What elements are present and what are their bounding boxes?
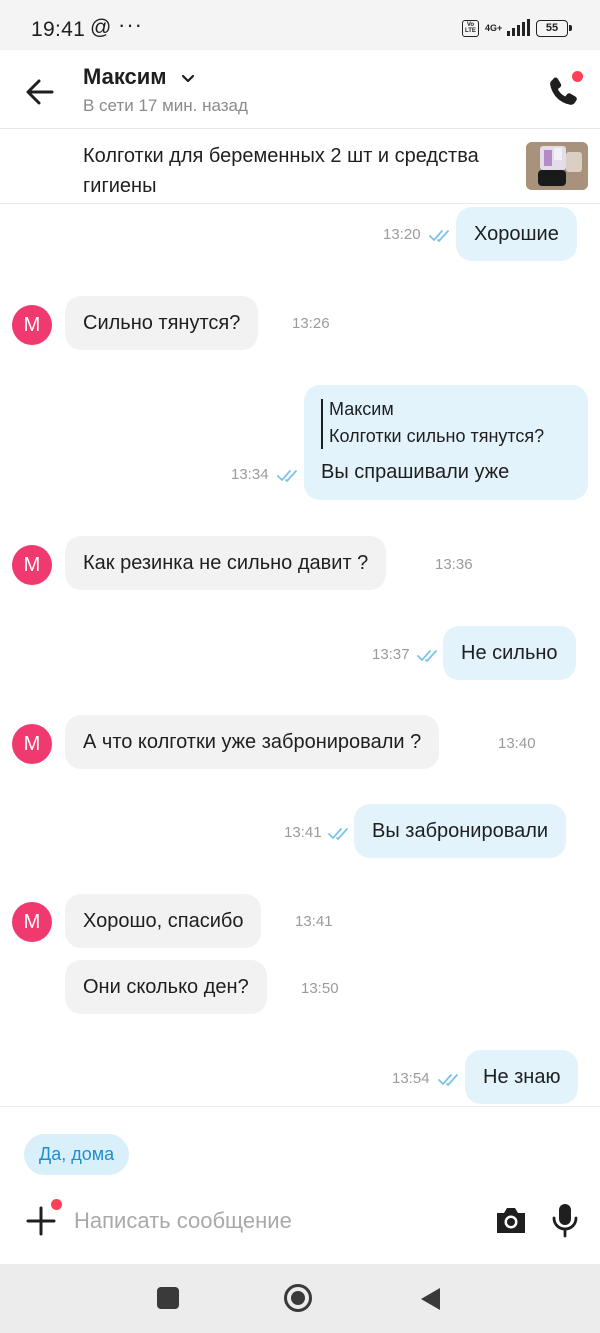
message-time: 13:26 [292, 315, 330, 332]
nav-recents-icon[interactable] [157, 1287, 179, 1309]
message-time: 13:34 [231, 466, 269, 483]
quote-author: Максим [329, 399, 394, 419]
message-time: 13:20 [383, 226, 421, 243]
avatar[interactable]: М [12, 902, 52, 942]
status-more-icon: ··· [118, 12, 143, 37]
message-time: 13:41 [284, 824, 322, 841]
quote-text: Колготки сильно тянутся? [329, 426, 545, 446]
incoming-message[interactable]: Хорошо, спасибо [65, 894, 262, 948]
outgoing-message[interactable]: Не сильно [443, 626, 576, 680]
double-check-icon [417, 650, 437, 662]
double-check-icon [328, 828, 348, 840]
contact-name[interactable]: Максим [83, 64, 167, 90]
status-indicators: Vo LTE 4G+ 55 [462, 18, 572, 38]
status-at-icon: @ [90, 16, 112, 39]
double-check-icon [429, 230, 449, 242]
quote-bar [321, 399, 323, 449]
plus-icon[interactable] [25, 1205, 57, 1237]
incoming-message[interactable]: Сильно тянутся? [65, 296, 259, 350]
message-list[interactable]: 13:20 Хорошие М Сильно тянутся? 13:26 13… [0, 204, 600, 1106]
message-time: 13:37 [372, 646, 410, 663]
attachment-notification-dot [51, 1199, 62, 1210]
incoming-message[interactable]: А что колготки уже забронировали ? [65, 715, 440, 769]
message-time: 13:36 [435, 556, 473, 573]
double-check-icon [438, 1074, 458, 1086]
avatar[interactable]: М [12, 545, 52, 585]
avatar[interactable]: М [12, 305, 52, 345]
signal-icon [507, 19, 530, 36]
message-time: 13:50 [301, 980, 339, 997]
call-notification-dot [572, 71, 583, 82]
outgoing-message[interactable]: Не знаю [465, 1050, 579, 1104]
nav-home-icon[interactable] [283, 1283, 313, 1313]
message-time: 13:40 [498, 735, 536, 752]
reply-text: Вы спрашивали уже [321, 461, 510, 483]
microphone-icon[interactable] [550, 1202, 580, 1238]
outgoing-message[interactable]: Вы забронировали [354, 804, 567, 858]
volte-icon: Vo LTE [462, 19, 479, 37]
back-arrow-icon[interactable] [20, 72, 60, 112]
message-composer: Да, дома [0, 1106, 600, 1264]
outgoing-message[interactable]: Хорошие [456, 207, 577, 261]
message-time: 13:54 [392, 1070, 430, 1087]
outgoing-reply-message[interactable]: Максим Колготки сильно тянутся? Вы спраш… [304, 385, 588, 500]
listing-thumbnail[interactable] [526, 142, 588, 190]
status-time: 19:41 [31, 18, 86, 41]
system-nav-bar [0, 1264, 600, 1333]
chevron-down-icon[interactable] [180, 70, 196, 86]
message-time: 13:41 [295, 913, 333, 930]
status-bar: 19:41 @ ··· Vo LTE 4G+ 55 [0, 0, 600, 50]
battery-icon: 55 [536, 19, 572, 37]
listing-title[interactable]: Колготки для беременных 2 шт и средства … [83, 141, 483, 201]
double-check-icon [277, 470, 297, 482]
avatar[interactable]: М [12, 724, 52, 764]
incoming-message[interactable]: Как резинка не сильно давит ? [65, 536, 387, 590]
nav-back-icon[interactable] [418, 1286, 442, 1312]
chat-header: Максим В сети 17 мин. назад [0, 50, 600, 128]
quick-reply-chip[interactable]: Да, дома [24, 1134, 130, 1175]
contact-status: В сети 17 мин. назад [83, 96, 248, 115]
camera-icon[interactable] [494, 1204, 528, 1236]
incoming-message[interactable]: Они сколько ден? [65, 960, 267, 1014]
listing-item-bar[interactable]: Колготки для беременных 2 шт и средства … [0, 128, 600, 204]
message-input[interactable] [74, 1203, 464, 1239]
network-type: 4G+ [485, 22, 503, 33]
